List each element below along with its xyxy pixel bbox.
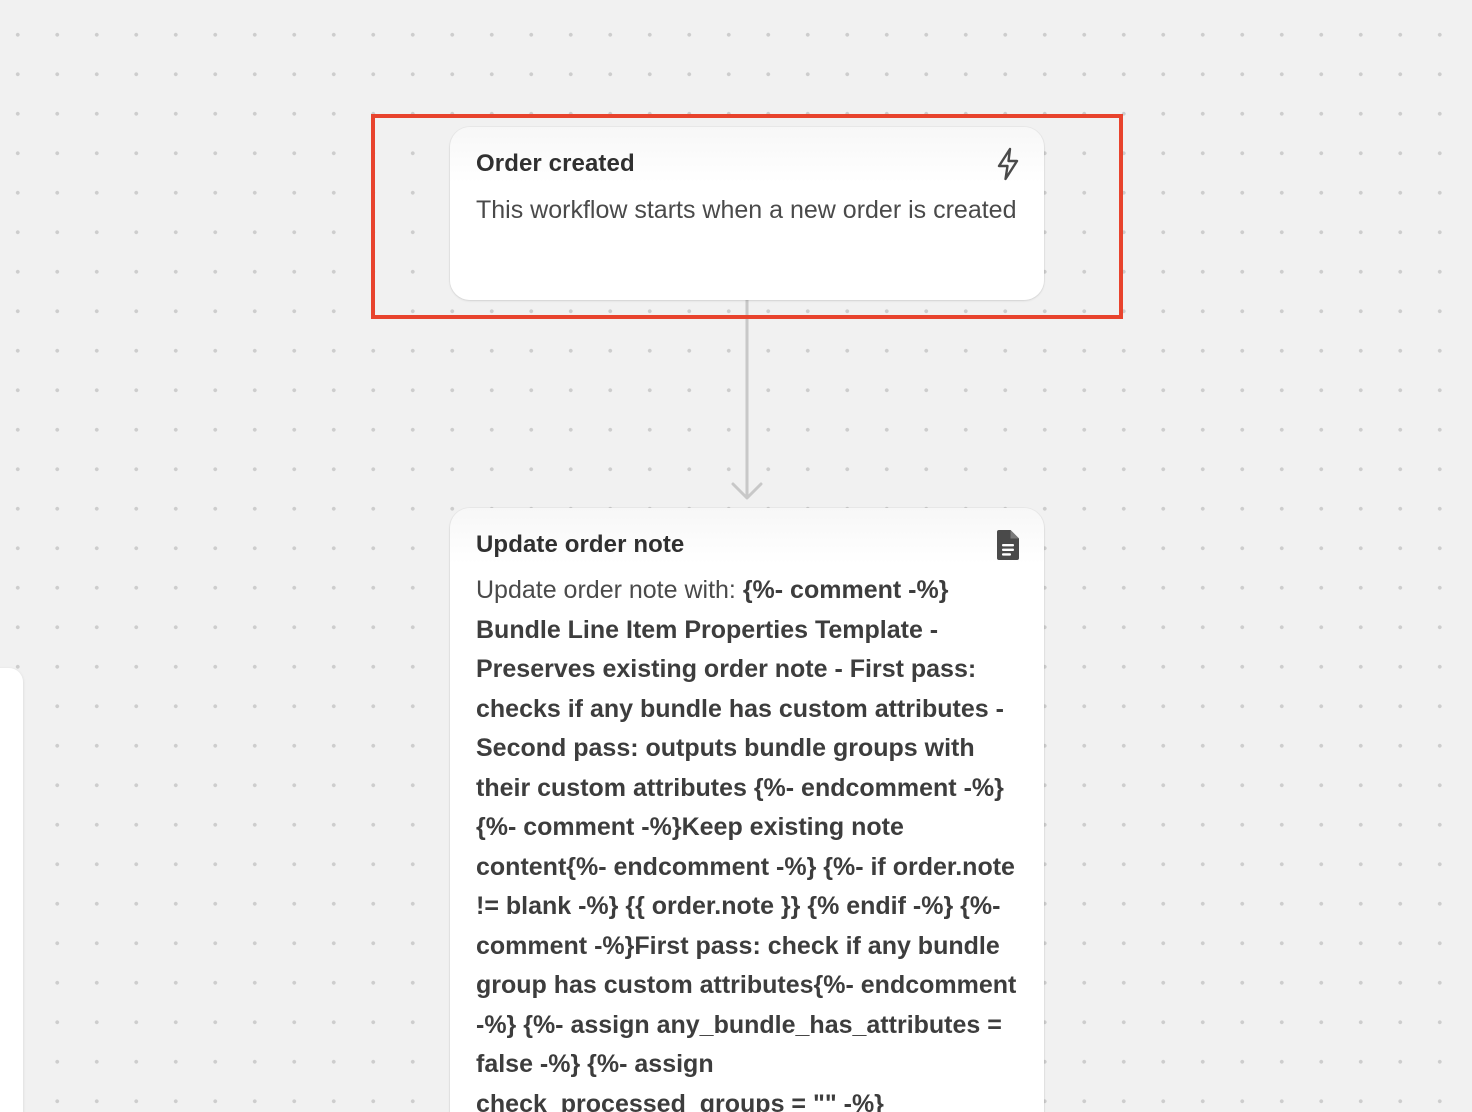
action-card-title: Update order note <box>476 531 685 558</box>
trigger-card-order-created[interactable]: Order created This workflow starts when … <box>450 127 1044 300</box>
trigger-card-title: Order created <box>476 150 635 177</box>
action-card-prefix: Update order note with: <box>476 576 743 604</box>
connector-arrow <box>731 300 763 500</box>
action-card-update-order-note[interactable]: Update order note Update order note with… <box>450 508 1044 1112</box>
trigger-card-description: This workflow starts when a new order is… <box>476 196 1017 224</box>
document-icon <box>992 529 1024 561</box>
action-card-header: Update order note <box>476 530 1019 560</box>
action-card-value: {%- comment -%} Bundle Line Item Propert… <box>476 576 1017 1112</box>
trigger-card-header: Order created <box>476 147 1019 181</box>
action-card-description: Update order note with: {%- comment -%} … <box>476 571 1018 1112</box>
side-panel <box>0 668 23 1112</box>
lightning-icon <box>992 147 1024 181</box>
workflow-canvas[interactable]: Order created This workflow starts when … <box>0 0 1472 1112</box>
